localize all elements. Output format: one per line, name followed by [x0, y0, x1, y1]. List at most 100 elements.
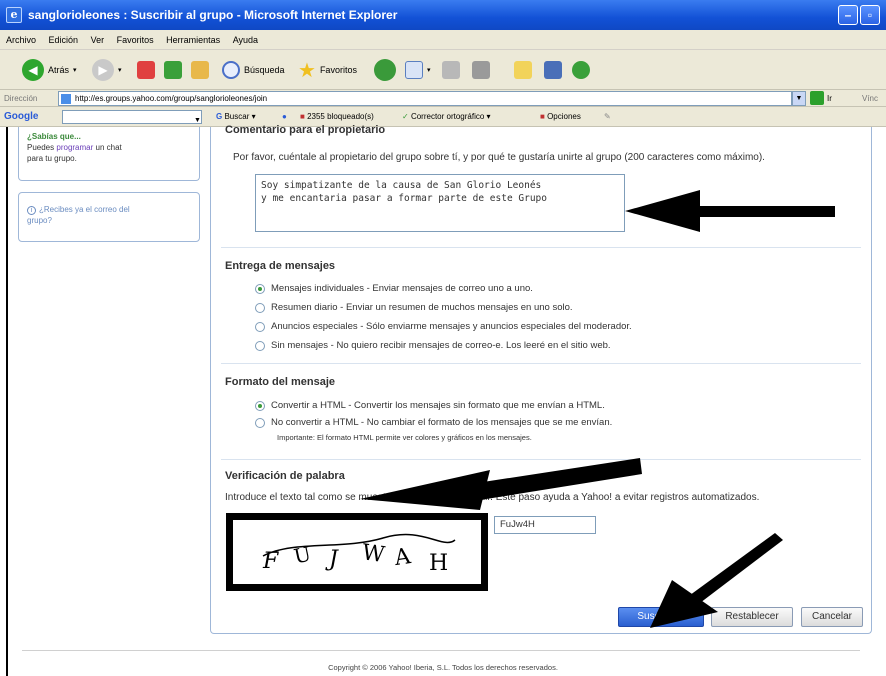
edit-button[interactable] — [472, 56, 490, 84]
delivery-option-individual[interactable]: Mensajes individuales - Enviar mensajes … — [255, 283, 533, 294]
maximize-button[interactable]: ▫ — [860, 5, 880, 25]
forward-button[interactable]: ▶ ▾ — [92, 56, 122, 84]
menu-ver[interactable]: Ver — [91, 35, 105, 45]
spellcheck-button[interactable]: ✓ Corrector ortográfico ▾ — [402, 107, 491, 127]
google-search-label: Buscar — [224, 112, 250, 121]
stop-button[interactable] — [137, 56, 155, 84]
mail-icon — [405, 61, 423, 79]
left-border — [6, 127, 8, 676]
menu-archivo[interactable]: Archivo — [6, 35, 36, 45]
menu-bar: Archivo Edición Ver Favoritos Herramient… — [0, 30, 886, 50]
spellcheck-icon: ✓ — [402, 112, 409, 121]
format-note: Importante: El formato HTML permite ver … — [277, 433, 532, 442]
google-search-input[interactable] — [62, 110, 202, 124]
schedule-chat-link[interactable]: programar — [56, 143, 93, 152]
folder-icon — [514, 61, 532, 79]
mail-dropdown-icon: ▾ — [427, 67, 431, 74]
captcha-letter: H — [429, 551, 448, 576]
highlighter-icon[interactable]: ✎ — [604, 107, 611, 127]
options-label: Opciones — [547, 112, 581, 121]
delivery-option-digest[interactable]: Resumen diario - Enviar un resumen de mu… — [255, 302, 573, 313]
menu-ayuda[interactable]: Ayuda — [233, 35, 258, 45]
search-button[interactable]: Búsqueda — [222, 56, 285, 84]
tip-line-1: Puedes programar un chat — [27, 142, 191, 153]
radio-unselected[interactable] — [255, 340, 265, 351]
captcha-letter: W — [360, 540, 386, 568]
delivery-option-label: Anuncios especiales - Sólo enviarme mens… — [271, 321, 632, 332]
delivery-option-label: Mensajes individuales - Enviar mensajes … — [271, 283, 533, 294]
delivery-option-none[interactable]: Sin mensajes - No quiero recibir mensaje… — [255, 340, 611, 351]
captcha-image: F U J W A H — [226, 513, 488, 591]
search-label: Búsqueda — [244, 65, 285, 75]
tip-text-post: un chat — [95, 143, 122, 152]
research-button[interactable] — [544, 56, 562, 84]
address-bar: Dirección http://es.groups.yahoo.com/gro… — [0, 90, 886, 107]
page-content: ¿Sabías que... Puedes programar un chat … — [0, 124, 886, 676]
messenger-icon — [572, 61, 590, 79]
address-dropdown-icon[interactable]: ▼ — [792, 91, 806, 106]
favorites-button[interactable]: ★ Favoritos — [298, 56, 357, 84]
captcha-letter: A — [392, 544, 413, 571]
window-title: sanglorioleones : Suscribir al grupo - M… — [28, 8, 398, 22]
radio-selected[interactable] — [255, 400, 265, 411]
browser-window: e sanglorioleones : Suscribir al grupo -… — [0, 0, 886, 676]
subscribe-button[interactable]: Suscribirte — [618, 607, 704, 627]
join-form-panel: Comentario para el propietario Por favor… — [210, 124, 872, 634]
stop-icon — [137, 61, 155, 79]
captcha-input[interactable]: FuJw4H — [494, 516, 596, 534]
radio-unselected[interactable] — [255, 417, 265, 428]
info-icon: i — [27, 206, 36, 215]
go-arrow-icon[interactable] — [810, 91, 824, 105]
google-g-icon: G — [216, 112, 223, 121]
ie-logo-icon: e — [6, 7, 22, 23]
address-label: Dirección — [4, 94, 38, 103]
reset-button[interactable]: Restablecer — [711, 607, 793, 627]
captcha-svg: F U J W A H — [262, 533, 456, 576]
history-icon — [374, 59, 396, 81]
minimize-button[interactable]: – — [838, 5, 858, 25]
print-button[interactable] — [442, 56, 460, 84]
delivery-heading: Entrega de mensajes — [225, 260, 336, 272]
tip-box: ¿Sabías que... Puedes programar un chat … — [18, 127, 200, 181]
folder-button[interactable] — [514, 56, 532, 84]
options-icon: ■ — [540, 112, 545, 121]
menu-edicion[interactable]: Edición — [49, 35, 79, 45]
history-button[interactable] — [374, 56, 396, 84]
format-heading: Formato del mensaje — [225, 376, 336, 388]
go-label[interactable]: Ir — [827, 90, 832, 107]
radio-selected[interactable] — [255, 283, 265, 294]
google-logo[interactable]: Google — [4, 107, 38, 127]
delivery-option-special[interactable]: Anuncios especiales - Sólo enviarme mens… — [255, 321, 632, 332]
divider-1 — [221, 247, 861, 248]
delivery-option-label: Resumen diario - Enviar un resumen de mu… — [271, 302, 573, 313]
divider-2 — [221, 363, 861, 364]
cancel-button[interactable]: Cancelar — [801, 607, 863, 627]
links-label[interactable]: Vínc — [862, 90, 878, 107]
format-option-plain[interactable]: No convertir a HTML - No cambiar el form… — [255, 417, 612, 428]
messenger-button[interactable] — [572, 56, 590, 84]
menu-favoritos[interactable]: Favoritos — [117, 35, 154, 45]
comment-heading: Comentario para el propietario — [225, 124, 386, 136]
radio-unselected[interactable] — [255, 302, 265, 313]
print-icon — [442, 61, 460, 79]
email-question-line2[interactable]: grupo? — [27, 215, 191, 226]
back-button[interactable]: ◀ Atrás ▾ — [22, 56, 77, 84]
home-button[interactable] — [191, 56, 209, 84]
mail-button[interactable]: ▾ — [405, 56, 431, 84]
email-question-link[interactable]: i ¿Recibes ya el correo del — [27, 204, 191, 215]
menu-herramientas[interactable]: Herramientas — [166, 35, 220, 45]
address-input[interactable]: http://es.groups.yahoo.com/group/sanglor… — [58, 91, 792, 106]
format-option-html[interactable]: Convertir a HTML - Convertir los mensaje… — [255, 400, 605, 411]
refresh-button[interactable] — [164, 56, 182, 84]
footer-divider — [22, 650, 860, 651]
radio-unselected[interactable] — [255, 321, 265, 332]
title-bar: e sanglorioleones : Suscribir al grupo -… — [0, 0, 886, 30]
tip-title: ¿Sabías que... — [27, 132, 81, 141]
comment-instructions: Por favor, cuéntale al propietario del g… — [233, 152, 765, 163]
tip-text-pre: Puedes — [27, 143, 55, 152]
options-button[interactable]: ■ Opciones — [540, 107, 581, 127]
delivery-option-label: Sin mensajes - No quiero recibir mensaje… — [271, 340, 611, 351]
back-arrow-icon: ◀ — [22, 59, 44, 81]
comment-textarea[interactable]: Soy simpatizante de la causa de San Glor… — [255, 174, 625, 232]
edit-icon — [472, 61, 490, 79]
